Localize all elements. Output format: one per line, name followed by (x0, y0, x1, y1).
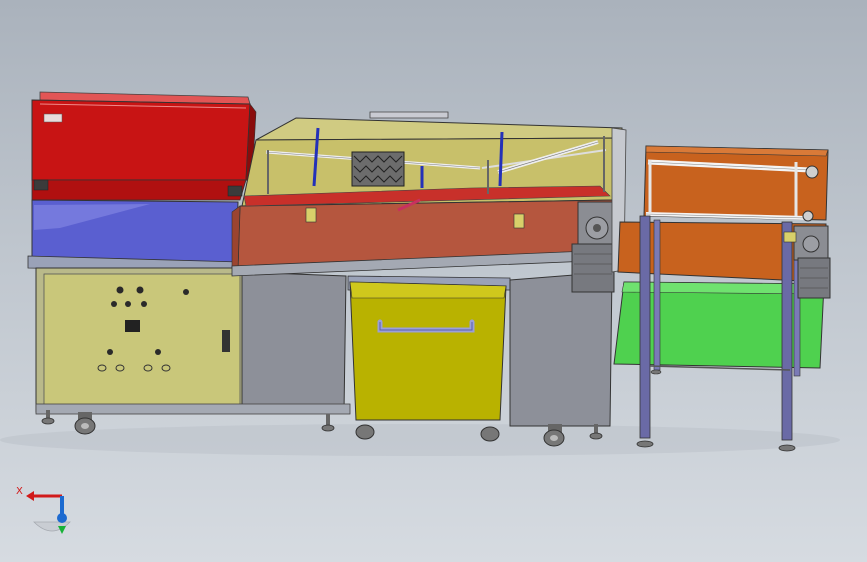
cabinet-handle[interactable] (222, 330, 230, 352)
caster-wheel (74, 412, 96, 435)
indicator-lamp (155, 349, 161, 355)
caster-wheel (480, 426, 500, 442)
indicator-lamp (107, 349, 113, 355)
gear-motor[interactable] (571, 201, 617, 293)
leveling-foot (321, 414, 335, 432)
red-housing[interactable] (31, 91, 257, 201)
x-axis-head (26, 491, 34, 501)
cad-viewport[interactable]: X (0, 0, 867, 562)
machine-assembly-model[interactable] (0, 0, 867, 562)
latch-left (33, 179, 49, 191)
blue-rod (498, 131, 504, 187)
leveling-foot (778, 444, 796, 452)
axis-triad: X (16, 486, 71, 534)
control-knob[interactable] (183, 289, 189, 295)
tank-lid-rim (255, 117, 623, 141)
y-axis-head (57, 513, 67, 523)
control-knob[interactable] (116, 286, 124, 294)
clamp (513, 213, 525, 229)
latch-right (227, 185, 243, 197)
leveling-foot (636, 440, 654, 448)
top-bracket (369, 111, 449, 119)
z-axis-head (58, 526, 66, 534)
leveling-foot (650, 369, 662, 375)
clamp (305, 207, 317, 223)
grey-panel-left (241, 271, 347, 413)
nameplate (43, 113, 63, 123)
control-knob[interactable] (125, 301, 131, 307)
x-axis-label: X (16, 486, 23, 497)
control-knob[interactable] (141, 301, 147, 307)
grey-panel-right (509, 271, 613, 427)
mesh-basket (351, 151, 405, 187)
waste-bin[interactable] (349, 281, 507, 421)
control-knob[interactable] (111, 301, 117, 307)
display-screen (125, 320, 140, 332)
floor-shadow (0, 424, 840, 456)
control-knob[interactable] (136, 286, 144, 294)
control-cabinet[interactable] (35, 267, 243, 413)
caster-wheel (355, 424, 375, 440)
